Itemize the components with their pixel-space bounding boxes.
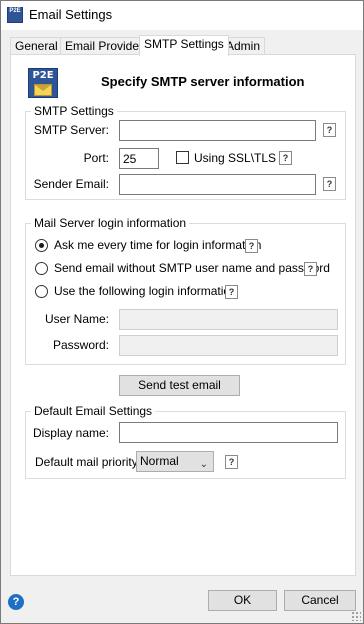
resize-grip-icon[interactable] — [351, 611, 361, 621]
send-without-login-help-icon[interactable]: ? — [304, 262, 317, 276]
tab-smtp-settings[interactable]: SMTP Settings — [139, 35, 229, 56]
tab-email-provider[interactable]: Email Provider — [60, 37, 149, 55]
use-following-login-help-icon[interactable]: ? — [225, 285, 238, 299]
logo-text: P2E — [32, 70, 54, 81]
password-input[interactable] — [119, 335, 338, 356]
display-name-label: Display name: — [32, 426, 109, 440]
radio-send-without-login[interactable] — [35, 262, 48, 275]
window-title: Email Settings — [29, 7, 113, 22]
app-icon: P2E — [7, 7, 23, 23]
username-label: User Name: — [44, 312, 109, 326]
email-settings-window: P2E Email Settings General Email Provide… — [0, 0, 364, 624]
ssl-tls-help-icon[interactable]: ? — [279, 151, 292, 165]
password-label: Password: — [52, 338, 109, 352]
smtp-server-label: SMTP Server: — [33, 123, 109, 137]
sender-email-label: Sender Email: — [33, 177, 109, 191]
page-title: Specify SMTP server information — [101, 74, 305, 89]
cancel-button[interactable]: Cancel — [284, 590, 356, 611]
port-input[interactable] — [119, 148, 159, 169]
ssl-tls-checkbox[interactable] — [176, 151, 189, 164]
title-bar[interactable]: P2E Email Settings — [1, 1, 363, 30]
ask-every-time-help-icon[interactable]: ? — [245, 239, 258, 253]
sender-email-help-icon[interactable]: ? — [323, 177, 336, 191]
tab-general[interactable]: General — [10, 37, 63, 55]
priority-select[interactable]: Normal ⌄ — [136, 451, 214, 472]
p2e-logo: P2E — [28, 68, 58, 98]
port-label: Port: — [83, 151, 109, 165]
ok-button[interactable]: OK — [208, 590, 277, 611]
radio-ask-every-time[interactable] — [35, 239, 48, 252]
radio-ask-every-time-label[interactable]: Ask me every time for login information — [54, 238, 261, 252]
username-input[interactable] — [119, 309, 338, 330]
radio-use-following-login[interactable] — [35, 285, 48, 298]
display-name-input[interactable] — [119, 422, 338, 443]
default-email-settings-legend: Default Email Settings — [31, 404, 156, 418]
login-info-legend: Mail Server login information — [31, 216, 190, 230]
radio-use-following-login-label[interactable]: Use the following login information — [54, 284, 237, 298]
sender-email-input[interactable] — [119, 174, 316, 195]
priority-help-icon[interactable]: ? — [225, 455, 238, 469]
chevron-down-icon: ⌄ — [199, 459, 208, 470]
ssl-tls-label: Using SSL\TLS — [194, 151, 277, 165]
radio-send-without-login-label[interactable]: Send email without SMTP user name and pa… — [54, 261, 330, 275]
default-priority-label: Default mail priority: — [35, 455, 142, 469]
smtp-server-help-icon[interactable]: ? — [323, 123, 336, 137]
envelope-icon — [34, 84, 52, 96]
smtp-settings-legend: SMTP Settings — [31, 104, 117, 118]
priority-select-value: Normal — [140, 454, 179, 468]
help-icon[interactable]: ? — [8, 594, 24, 610]
send-test-email-button[interactable]: Send test email — [119, 375, 240, 396]
smtp-server-input[interactable] — [119, 120, 316, 141]
